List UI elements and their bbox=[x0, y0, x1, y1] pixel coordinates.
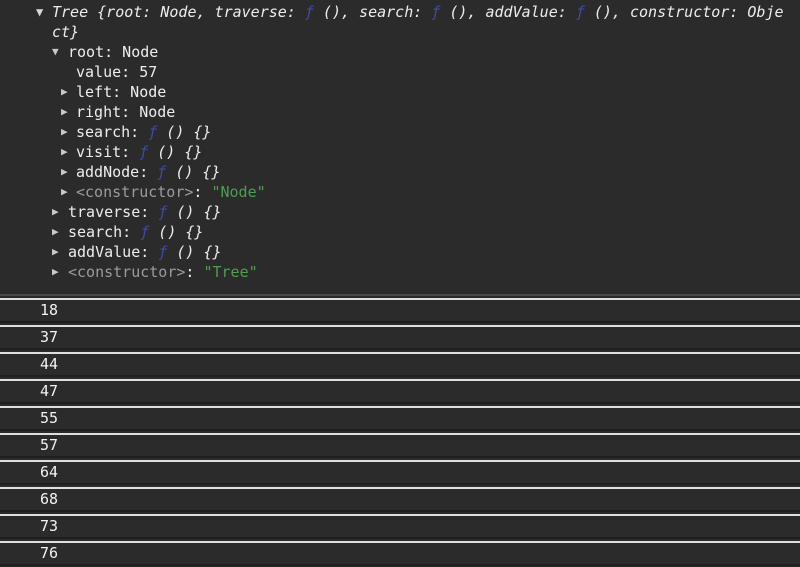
text-segment: search: bbox=[76, 123, 148, 141]
object-preview-line: ▼ Tree {root: Node, traverse: ƒ (), sear… bbox=[0, 2, 792, 42]
disclosure-triangle-expanded-icon[interactable]: ▼ bbox=[36, 2, 43, 22]
object-preview-text[interactable]: Tree {root: Node, traverse: ƒ (), search… bbox=[52, 2, 786, 42]
text-segment: right: Node bbox=[76, 103, 175, 121]
disclosure-triangle-collapsed-icon[interactable]: ▶ bbox=[61, 82, 68, 102]
text-segment: : bbox=[193, 183, 211, 201]
disclosure-triangle-collapsed-icon[interactable]: ▶ bbox=[61, 142, 68, 162]
devtools-console: ▼ Tree {root: Node, traverse: ƒ (), sear… bbox=[0, 0, 800, 567]
tree-row-tree-constructor[interactable]: ▶ <constructor>: "Tree" bbox=[0, 262, 792, 282]
function-glyph: ƒ bbox=[157, 163, 166, 181]
tree-row-node-addnode[interactable]: ▶ addNode: ƒ () {} bbox=[0, 162, 792, 182]
function-glyph: ƒ bbox=[305, 3, 314, 21]
tree-row-node-constructor[interactable]: ▶ <constructor>: "Node" bbox=[0, 182, 792, 202]
disclosure-triangle-collapsed-icon[interactable]: ▶ bbox=[61, 162, 68, 182]
text-segment: value: 57 bbox=[76, 63, 157, 81]
console-log-row: 64 bbox=[0, 460, 800, 485]
console-log-row: 76 bbox=[0, 541, 800, 566]
console-entry-object-tree: ▼ Tree {root: Node, traverse: ƒ (), sear… bbox=[0, 0, 800, 296]
text-segment: Tree {root: Node, traverse: bbox=[52, 3, 305, 21]
function-glyph: ƒ bbox=[576, 3, 585, 21]
log-value: 57 bbox=[40, 435, 58, 456]
text-segment: <constructor> bbox=[68, 263, 185, 281]
tree-row-right[interactable]: ▶ right: Node bbox=[0, 102, 792, 122]
console-log-row: 37 bbox=[0, 325, 800, 350]
function-glyph: ƒ bbox=[431, 3, 440, 21]
text-segment: <constructor> bbox=[76, 183, 193, 201]
console-log-row: 47 bbox=[0, 379, 800, 404]
function-glyph: ƒ bbox=[148, 123, 157, 141]
object-tree-rows: ▼ root: Node value: 57 ▶ left: Node ▶ right: N… bbox=[0, 42, 792, 282]
disclosure-triangle-collapsed-icon[interactable]: ▶ bbox=[52, 262, 59, 282]
tree-row-tree-search[interactable]: ▶ search: ƒ () {} bbox=[0, 222, 792, 242]
text-segment: (), search: bbox=[314, 3, 431, 21]
log-value: 44 bbox=[40, 354, 58, 375]
log-value: 37 bbox=[40, 327, 58, 348]
text-segment: addValue: bbox=[68, 243, 158, 261]
log-value: 68 bbox=[40, 489, 58, 510]
tree-row-tree-traverse[interactable]: ▶ traverse: ƒ () {} bbox=[0, 202, 792, 222]
function-glyph: ƒ bbox=[158, 203, 167, 221]
text-segment: traverse: bbox=[68, 203, 158, 221]
text-segment: () {} bbox=[157, 123, 211, 141]
log-value: 76 bbox=[40, 543, 58, 564]
text-segment: () {} bbox=[167, 203, 221, 221]
text-segment: root: Node bbox=[68, 43, 158, 61]
disclosure-triangle-collapsed-icon[interactable]: ▶ bbox=[61, 182, 68, 202]
disclosure-triangle-collapsed-icon[interactable]: ▶ bbox=[61, 102, 68, 122]
log-value: 55 bbox=[40, 408, 58, 429]
console-log-row: 57 bbox=[0, 433, 800, 458]
text-segment: () {} bbox=[148, 143, 202, 161]
disclosure-triangle-expanded-icon[interactable]: ▼ bbox=[52, 42, 59, 62]
text-segment: () {} bbox=[149, 223, 203, 241]
function-glyph: ƒ bbox=[158, 243, 167, 261]
function-glyph: ƒ bbox=[140, 223, 149, 241]
tree-row-tree-addvalue[interactable]: ▶ addValue: ƒ () {} bbox=[0, 242, 792, 262]
text-segment: () {} bbox=[166, 163, 220, 181]
disclosure-triangle-collapsed-icon[interactable]: ▶ bbox=[52, 242, 59, 262]
tree-row-value: value: 57 bbox=[0, 62, 792, 82]
text-segment: "Tree" bbox=[203, 263, 257, 281]
log-value: 64 bbox=[40, 462, 58, 483]
log-value: 18 bbox=[40, 300, 58, 321]
console-log-list: 18 37 44 47 55 57 64 68 73 76 bbox=[0, 298, 800, 566]
log-value: 73 bbox=[40, 516, 58, 537]
text-segment: search: bbox=[68, 223, 140, 241]
text-segment: () {} bbox=[167, 243, 221, 261]
text-segment: left: Node bbox=[76, 83, 166, 101]
console-log-row: 44 bbox=[0, 352, 800, 377]
tree-row-root[interactable]: ▼ root: Node bbox=[0, 42, 792, 62]
tree-row-node-search[interactable]: ▶ search: ƒ () {} bbox=[0, 122, 792, 142]
function-glyph: ƒ bbox=[139, 143, 148, 161]
text-segment: addNode: bbox=[76, 163, 157, 181]
tree-row-left[interactable]: ▶ left: Node bbox=[0, 82, 792, 102]
text-segment: : bbox=[185, 263, 203, 281]
disclosure-triangle-collapsed-icon[interactable]: ▶ bbox=[61, 122, 68, 142]
console-log-row: 68 bbox=[0, 487, 800, 512]
tree-row-node-visit[interactable]: ▶ visit: ƒ () {} bbox=[0, 142, 792, 162]
console-log-row: 55 bbox=[0, 406, 800, 431]
text-segment: visit: bbox=[76, 143, 139, 161]
text-segment: (), addValue: bbox=[440, 3, 575, 21]
disclosure-triangle-collapsed-icon[interactable]: ▶ bbox=[52, 222, 59, 242]
console-log-row: 18 bbox=[0, 298, 800, 323]
log-value: 47 bbox=[40, 381, 58, 402]
text-segment: "Node" bbox=[211, 183, 265, 201]
disclosure-triangle-collapsed-icon[interactable]: ▶ bbox=[52, 202, 59, 222]
console-log-row: 73 bbox=[0, 514, 800, 539]
